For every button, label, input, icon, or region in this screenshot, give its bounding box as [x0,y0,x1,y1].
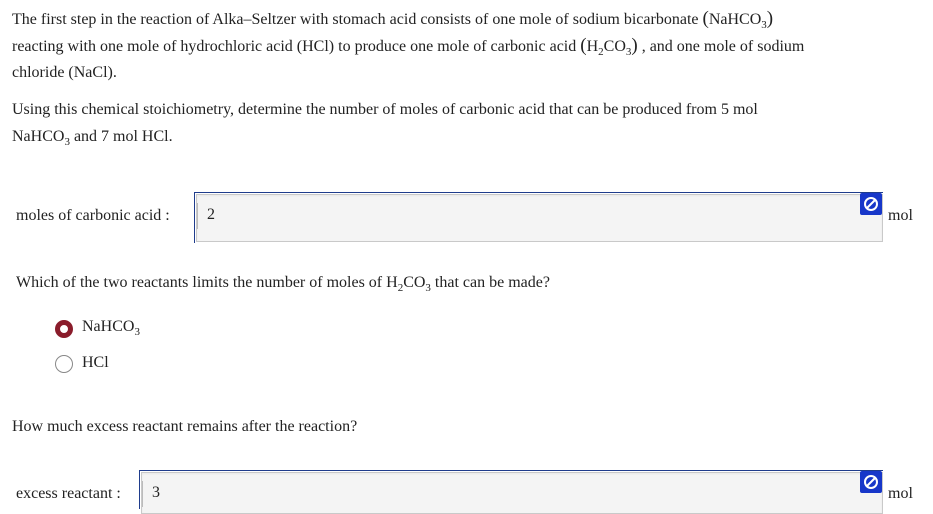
intro-line-1: The first step in the reaction of Alka–S… [12,8,774,31]
radio-nahco3-label[interactable]: NaHCO3 [82,318,140,338]
carbonic-acid-value: 2 [207,206,215,223]
intro-line-2: reacting with one mole of hydrochloric a… [12,35,805,58]
radio-hcl-label[interactable]: HCl [82,354,109,372]
question-line-1: Using this chemical stoichiometry, deter… [12,101,758,118]
field-separator [142,481,143,507]
excess-reactant-value: 3 [152,484,160,501]
excess-reactant-prompt: How much excess reactant remains after t… [12,418,358,435]
excess-reactant-unit: mol [888,485,913,502]
radio-hcl[interactable] [55,355,73,373]
question-line-2: NaHCO3 and 7 mol HCl. [12,128,173,148]
carbonic-acid-label: moles of carbonic acid : [16,207,170,224]
carbonic-acid-unit: mol [888,207,913,224]
carbonic-acid-input[interactable]: 2 [196,194,883,242]
no-entry-icon[interactable] [860,193,882,215]
excess-reactant-label: excess reactant : [16,485,121,502]
field-separator [197,203,198,229]
limiting-reactant-prompt: Which of the two reactants limits the nu… [16,274,550,294]
no-entry-icon[interactable] [860,471,882,493]
radio-nahco3[interactable] [55,320,73,338]
intro-line-3: chloride (NaCl). [12,64,117,81]
